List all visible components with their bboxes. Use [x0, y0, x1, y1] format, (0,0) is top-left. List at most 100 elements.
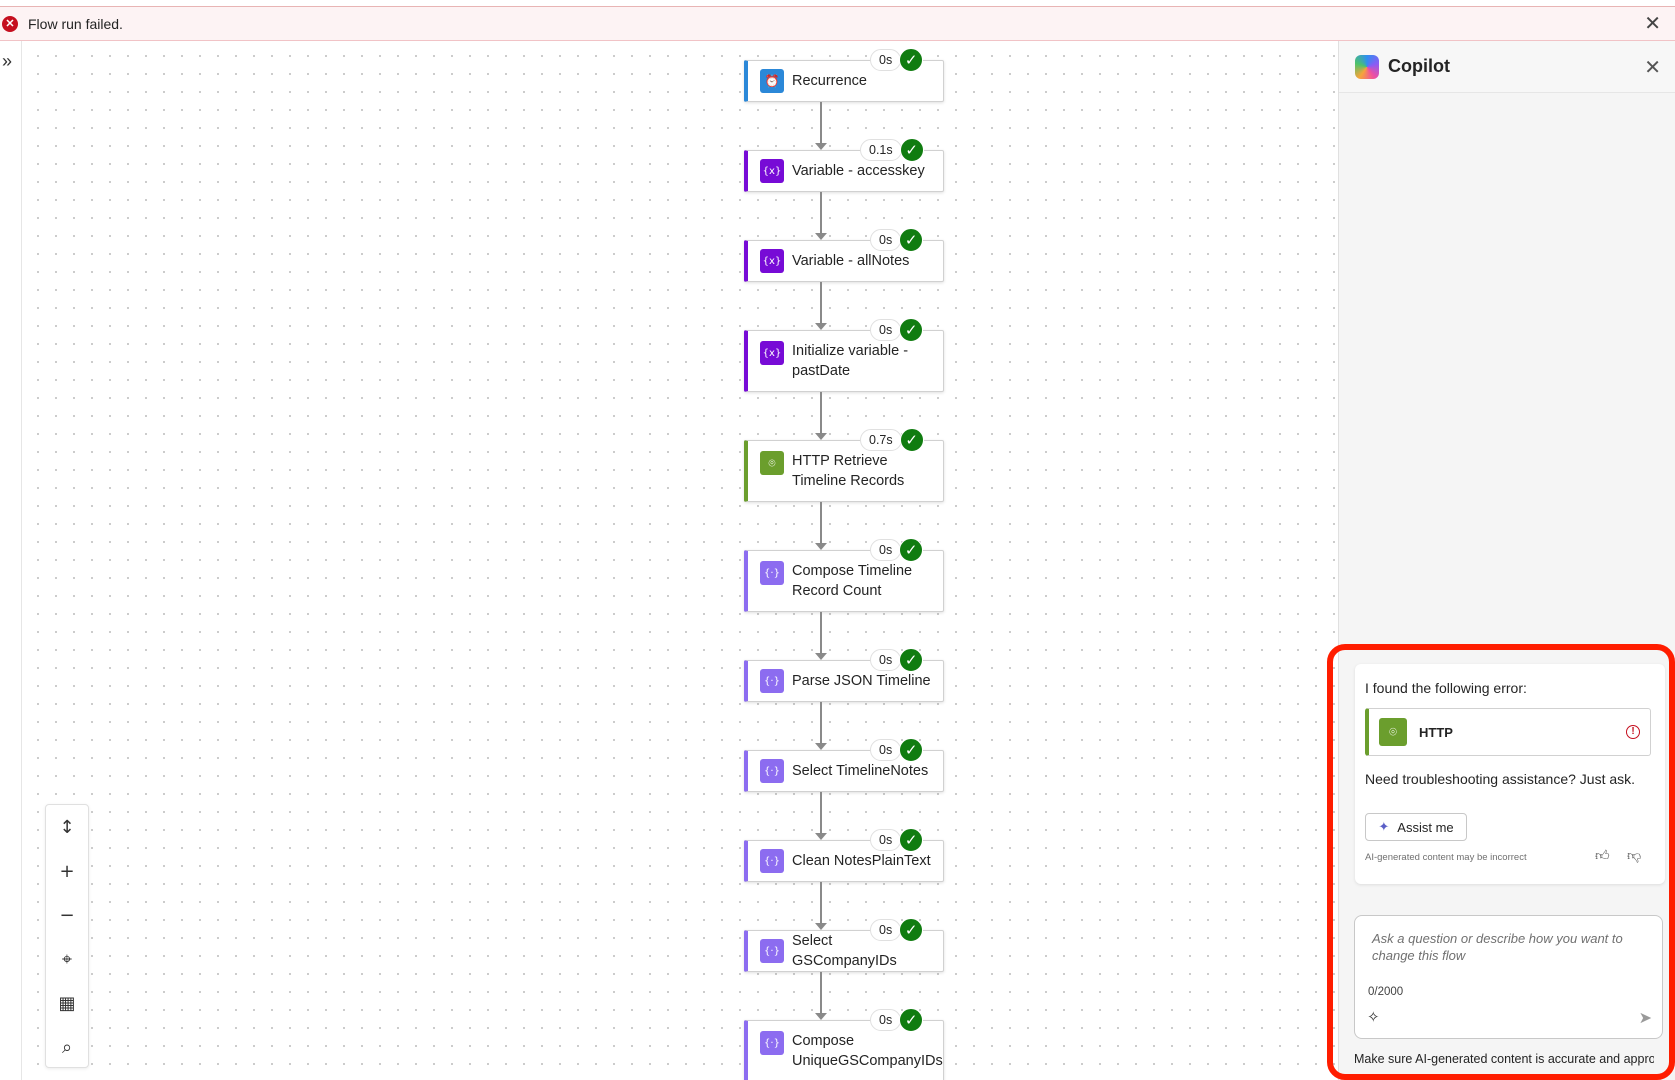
flow-connector — [820, 792, 822, 834]
flow-connector — [820, 192, 822, 234]
step-status-badge: 0s ✓ — [870, 48, 924, 72]
flow-arrow — [815, 143, 827, 150]
fit-view-icon[interactable]: ⌖ — [46, 937, 88, 981]
success-check-icon: ✓ — [899, 48, 924, 72]
step-status-badge: 0s ✓ — [870, 1008, 924, 1032]
character-counter: 0/2000 — [1368, 986, 1404, 998]
thumbs-up-icon[interactable]: 👍︎ — [1595, 847, 1610, 864]
success-check-icon: ✓ — [899, 648, 924, 672]
copilot-close-icon[interactable]: ✕ — [1644, 55, 1661, 80]
alarm-icon: ⏰ — [760, 69, 784, 93]
step-status-badge: 0s ✓ — [870, 828, 924, 852]
flow-step-label: Clean NotesPlainText — [792, 853, 931, 869]
flow-arrow — [815, 743, 827, 750]
error-action-card[interactable]: ⌾ HTTP ! — [1365, 708, 1651, 756]
flow-step-label: Initialize variable - pastDate — [792, 343, 909, 379]
flow-connector — [820, 972, 822, 1014]
http-icon: ⌾ — [760, 451, 784, 475]
success-check-icon: ✓ — [899, 538, 924, 562]
variable-icon: {x} — [760, 249, 784, 273]
step-duration: 0s — [870, 539, 902, 561]
zoom-in-icon[interactable]: + — [46, 849, 88, 893]
copilot-input-placeholder[interactable]: Ask a question or describe how you want … — [1372, 930, 1642, 964]
error-icon: ✕ — [2, 15, 18, 32]
step-duration: 0s — [870, 229, 902, 251]
send-icon[interactable]: ➤ — [1639, 1008, 1652, 1027]
flow-canvas[interactable]: ⏰ Recurrence 0s ✓ {x} Variable - accesskey 0.1… — [23, 41, 1338, 1080]
flow-connector — [820, 702, 822, 744]
flow-step-label: Variable - accesskey — [792, 163, 925, 179]
fit-vertical-icon[interactable]: ↕ — [46, 805, 88, 849]
flow-step-label: HTTP Retrieve Timeline Records — [792, 453, 905, 489]
variable-icon: {x} — [760, 159, 784, 183]
sparkle-icon: ✦ — [1378, 819, 1390, 835]
flow-connector — [820, 392, 822, 434]
step-duration: 0s — [870, 919, 902, 941]
step-duration: 0s — [870, 49, 902, 71]
flow-step-label: Variable - allNotes — [792, 253, 910, 269]
flow-arrow — [815, 323, 827, 330]
minimap-icon[interactable]: ▦ — [46, 981, 88, 1025]
copilot-title: Copilot — [1388, 56, 1450, 76]
compose-icon: {·} — [760, 1031, 784, 1055]
step-status-badge: 0s ✓ — [870, 918, 924, 942]
flow-arrow — [815, 543, 827, 550]
error-message: Flow run failed. — [28, 15, 123, 32]
flow-connector — [820, 102, 822, 144]
success-check-icon: ✓ — [899, 918, 924, 942]
success-check-icon: ✓ — [899, 318, 924, 342]
flow-connector — [820, 612, 822, 654]
assist-me-button[interactable]: ✦ Assist me — [1365, 813, 1467, 841]
search-icon[interactable]: ⌕ — [46, 1025, 88, 1069]
flow-step-label: Select TimelineNotes — [792, 763, 929, 779]
zoom-out-icon[interactable]: − — [46, 893, 88, 937]
flow-arrow — [815, 233, 827, 240]
prompt-suggestions-icon[interactable]: ✧ — [1367, 1008, 1380, 1026]
flow-step-label: Compose UniqueGSCompanyIDs — [792, 1033, 943, 1069]
thumbs-down-icon[interactable]: 👎︎ — [1627, 847, 1641, 864]
error-action-label: HTTP — [1419, 724, 1453, 740]
flow-connector — [820, 882, 822, 924]
flow-arrow — [815, 653, 827, 660]
http-icon: ⌾ — [1379, 718, 1407, 746]
success-check-icon: ✓ — [899, 428, 924, 452]
step-duration: 0s — [870, 739, 902, 761]
step-duration: 0s — [870, 649, 902, 671]
error-indicator-icon: ! — [1626, 725, 1640, 739]
copilot-footnote: Make sure AI-generated content is accura… — [1354, 1052, 1654, 1066]
flow-arrow — [815, 1013, 827, 1020]
copilot-message-card: I found the following error: ⌾ HTTP ! Ne… — [1355, 664, 1665, 884]
step-status-badge: 0.1s ✓ — [860, 138, 924, 162]
error-banner: ✕ Flow run failed. ✕ — [0, 7, 1675, 41]
flow-step-label: Compose Timeline Record Count — [792, 563, 913, 599]
flow-step-label: Parse JSON Timeline — [792, 673, 931, 689]
step-duration: 0.7s — [860, 429, 902, 451]
compose-icon: {·} — [760, 561, 784, 585]
banner-close-icon[interactable]: ✕ — [1644, 14, 1661, 34]
step-status-badge: 0s ✓ — [870, 318, 924, 342]
compose-icon: {·} — [760, 849, 784, 873]
copilot-input-box[interactable]: Ask a question or describe how you want … — [1354, 915, 1663, 1039]
copilot-logo-icon — [1355, 54, 1379, 79]
step-duration: 0s — [870, 319, 902, 341]
success-check-icon: ✓ — [899, 228, 924, 252]
success-check-icon: ✓ — [899, 1008, 924, 1032]
step-status-badge: 0s ✓ — [870, 738, 924, 762]
success-check-icon: ✓ — [899, 738, 924, 762]
step-duration: 0s — [870, 829, 902, 851]
step-status-badge: 0s ✓ — [870, 228, 924, 252]
flow-connector — [820, 282, 822, 324]
variable-icon: {x} — [760, 341, 784, 365]
top-strip — [0, 0, 1675, 7]
canvas-controls: ↕ + − ⌖ ▦ ⌕ — [45, 804, 89, 1068]
compose-icon: {·} — [760, 759, 784, 783]
step-status-badge: 0s ✓ — [870, 648, 924, 672]
flow-arrow — [815, 833, 827, 840]
compose-icon: {·} — [760, 939, 784, 963]
assist-me-label: Assist me — [1397, 819, 1454, 835]
compose-icon: {·} — [760, 669, 784, 693]
expand-panel-icon[interactable]: » — [2, 51, 12, 72]
copilot-header: Copilot ✕ — [1339, 41, 1675, 93]
step-status-badge: 0.7s ✓ — [860, 428, 924, 452]
flow-arrow — [815, 433, 827, 440]
